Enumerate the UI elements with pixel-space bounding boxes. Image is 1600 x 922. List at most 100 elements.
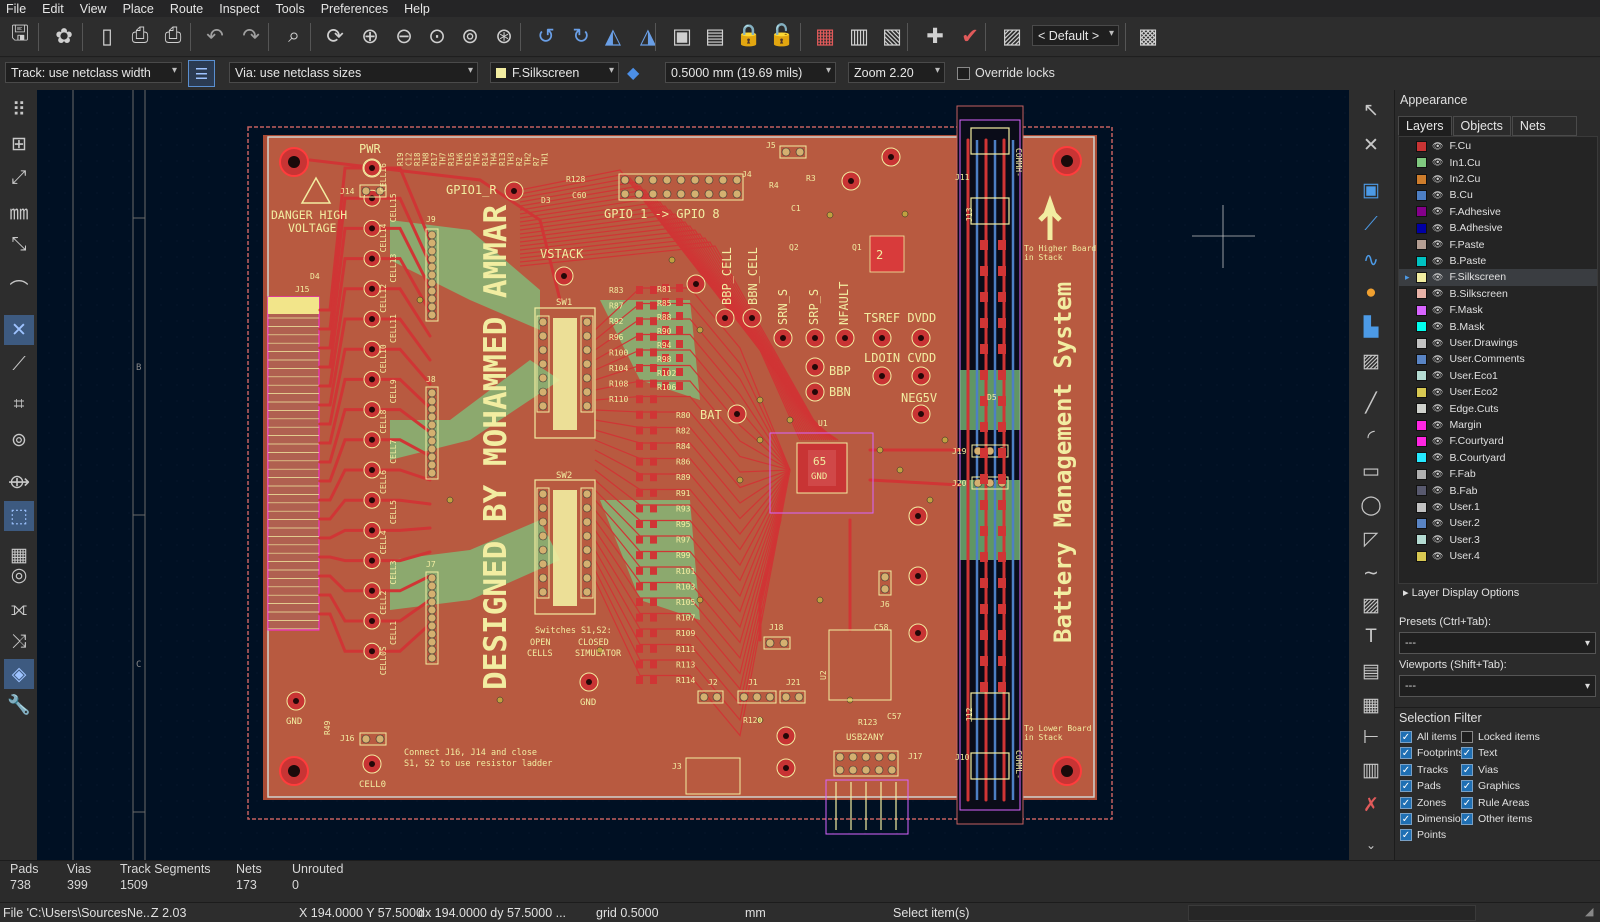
zoom-selection-icon[interactable]: ⊛ — [489, 21, 519, 51]
visibility-eye-icon[interactable]: 👁 — [1432, 534, 1443, 545]
layer-display-options[interactable]: ▸ Layer Display Options — [1403, 586, 1519, 599]
zoom-select[interactable]: Zoom 2.20 ▾ — [848, 62, 945, 83]
delete-tool-icon[interactable]: ✗ — [1356, 790, 1386, 820]
resize-grip-icon[interactable]: ◢ — [1585, 905, 1593, 918]
find-icon[interactable]: ⌕ — [279, 21, 309, 51]
menu-tools[interactable]: Tools — [270, 2, 315, 16]
scripting-icon[interactable]: ▨ — [997, 21, 1027, 51]
board-setup-icon[interactable]: ▦ — [810, 21, 840, 51]
add-via-icon[interactable]: ● — [1356, 278, 1386, 308]
layer-color-swatch[interactable] — [1416, 337, 1427, 349]
visibility-eye-icon[interactable]: 👁 — [1432, 190, 1443, 201]
visibility-eye-icon[interactable]: 👁 — [1432, 469, 1443, 480]
filter-points[interactable]: ✓ Points — [1400, 829, 1446, 842]
layer-color-swatch[interactable] — [1416, 370, 1427, 382]
grid-toggle-icon[interactable]: ⠿ — [4, 95, 34, 125]
layer-row-user-drawings[interactable]: 👁 User.Drawings — [1399, 335, 1597, 352]
visibility-eye-icon[interactable]: 👁 — [1432, 141, 1443, 152]
via-size-select[interactable]: Via: use netclass sizes ▾ — [229, 62, 478, 83]
add-zone-icon[interactable]: ▙ — [1356, 312, 1386, 342]
drc-icon[interactable]: ✔ — [955, 21, 985, 51]
layer-row-user-3[interactable]: 👁 User.3 — [1399, 532, 1597, 549]
visibility-eye-icon[interactable]: 👁 — [1432, 551, 1443, 562]
filter-text[interactable]: ✓ Text — [1461, 747, 1497, 760]
layer-color-swatch[interactable] — [1416, 288, 1427, 300]
layer-row-b-silkscreen[interactable]: 👁 B.Silkscreen — [1399, 286, 1597, 303]
show-pads-icon[interactable]: ⌗ — [4, 390, 34, 420]
layer-row-in1-cu[interactable]: 👁 In1.Cu — [1399, 154, 1597, 171]
layer-row-in2-cu[interactable]: 👁 In2.Cu — [1399, 171, 1597, 188]
track-width-select[interactable]: Track: use netclass width ▾ — [5, 62, 182, 83]
layer-color-swatch[interactable] — [1416, 452, 1427, 464]
draw-circle-icon[interactable]: ◯ — [1356, 490, 1386, 520]
draw-arc-icon[interactable]: ◜ — [1356, 422, 1386, 452]
layer-manager-icon[interactable]: ◈ — [4, 659, 34, 689]
barcode-icon[interactable]: ▥ — [1356, 755, 1386, 785]
select-arrow-icon[interactable]: ↖ — [1356, 95, 1386, 125]
dimension-icon[interactable]: ⊢ — [1356, 722, 1386, 752]
layer-color-swatch[interactable] — [1416, 386, 1427, 398]
flip-icon[interactable]: ◭ — [598, 21, 628, 51]
filter-zones[interactable]: ✓ Zones — [1400, 796, 1446, 809]
cursor-fullscreen-icon[interactable]: ⤡ — [4, 230, 34, 260]
layer-row-user-2[interactable]: 👁 User.2 — [1399, 515, 1597, 532]
teardrop-icon[interactable]: ◎ — [4, 560, 34, 590]
filter-graphics[interactable]: ✓ Graphics — [1461, 780, 1520, 793]
curved-ratsnest-icon[interactable]: ⟋ — [4, 350, 34, 380]
rotate-cw-icon[interactable]: ↻ — [566, 21, 596, 51]
filter-all-items[interactable]: ✓ All items — [1400, 731, 1457, 743]
ratsnest-icon[interactable]: ⤢ — [4, 163, 34, 193]
visibility-eye-icon[interactable]: 👁 — [1432, 338, 1443, 349]
net-inspector-icon[interactable]: ⟗ — [4, 595, 34, 625]
print-icon[interactable]: ⎙ — [125, 21, 155, 51]
draw-polygon-icon[interactable]: ◸ — [1356, 524, 1386, 554]
visibility-eye-icon[interactable]: 👁 — [1432, 502, 1443, 513]
local-ratsnest-icon[interactable]: ✕ — [1356, 130, 1386, 160]
layer-color-swatch[interactable] — [1416, 140, 1427, 152]
pcb-board-view[interactable]: B C 65 GND 2 DESIGNED BY MOHAMMED AMMAR … — [37, 90, 1349, 860]
layer-color-swatch[interactable] — [1416, 403, 1427, 415]
visibility-eye-icon[interactable]: 👁 — [1432, 420, 1443, 431]
layer-color-swatch[interactable] — [1416, 517, 1427, 529]
viewports-select[interactable]: --- ▾ — [1399, 675, 1596, 697]
group-icon[interactable]: ▣ — [667, 21, 697, 51]
filter-tracks[interactable]: ✓ Tracks — [1400, 763, 1448, 776]
layer-preset-icon[interactable]: ▩ — [1133, 21, 1163, 51]
layer-color-swatch[interactable] — [1416, 271, 1427, 283]
visibility-eye-icon[interactable]: 👁 — [1432, 239, 1443, 250]
layer-row-f-courtyard[interactable]: 👁 F.Courtyard — [1399, 433, 1597, 450]
filter-rule-areas[interactable]: ✓ Rule Areas — [1461, 796, 1529, 809]
visibility-eye-icon[interactable]: 👁 — [1432, 518, 1443, 529]
graph-icon[interactable]: ⌒ — [4, 273, 34, 303]
visibility-eye-icon[interactable]: 👁 — [1432, 256, 1443, 267]
layer-color-swatch[interactable] — [1416, 468, 1427, 480]
tab-layers[interactable]: Layers — [1398, 116, 1452, 136]
add-textbox-icon[interactable]: ▤ — [1356, 656, 1386, 686]
layer-row-b-courtyard[interactable]: 👁 B.Courtyard — [1399, 450, 1597, 467]
zoom-in-icon[interactable]: ⊕ — [355, 21, 385, 51]
show-vias-icon[interactable]: ⊚ — [4, 425, 34, 455]
layer-color-swatch[interactable] — [1416, 419, 1427, 431]
footprint-editor-icon[interactable]: ▥ — [844, 21, 874, 51]
layer-color-swatch[interactable] — [1416, 550, 1427, 562]
layer-row-b-adhesive[interactable]: 👁 B.Adhesive — [1399, 220, 1597, 237]
layer-row-user-eco2[interactable]: 👁 User.Eco2 — [1399, 384, 1597, 401]
track-edit-icon[interactable]: ☰ — [188, 60, 215, 87]
draw-line-icon[interactable]: ╱ — [1356, 388, 1386, 418]
layer-row-user-1[interactable]: 👁 User.1 — [1399, 499, 1597, 516]
menu-edit[interactable]: Edit — [36, 2, 74, 16]
tab-nets[interactable]: Nets — [1511, 116, 1577, 136]
layer-color-swatch[interactable] — [1416, 485, 1427, 497]
layer-row-f-cu[interactable]: 👁 F.Cu — [1399, 138, 1597, 155]
layer-color-swatch[interactable] — [1416, 304, 1427, 316]
layer-color-swatch[interactable] — [1416, 206, 1427, 218]
menu-inspect[interactable]: Inspect — [213, 2, 269, 16]
menu-file[interactable]: File — [0, 2, 36, 16]
layer-row-b-mask[interactable]: 👁 B.Mask — [1399, 318, 1597, 335]
undo-icon[interactable]: ↶ — [200, 21, 230, 51]
layer-color-swatch[interactable] — [1416, 321, 1427, 333]
layer-row-f-silkscreen[interactable]: ▸ 👁 F.Silkscreen — [1399, 269, 1597, 286]
lock-icon[interactable]: 🔒 — [734, 21, 764, 51]
visibility-eye-icon[interactable]: 👁 — [1432, 321, 1443, 332]
layer-row-user-4[interactable]: 👁 User.4 — [1399, 548, 1597, 565]
